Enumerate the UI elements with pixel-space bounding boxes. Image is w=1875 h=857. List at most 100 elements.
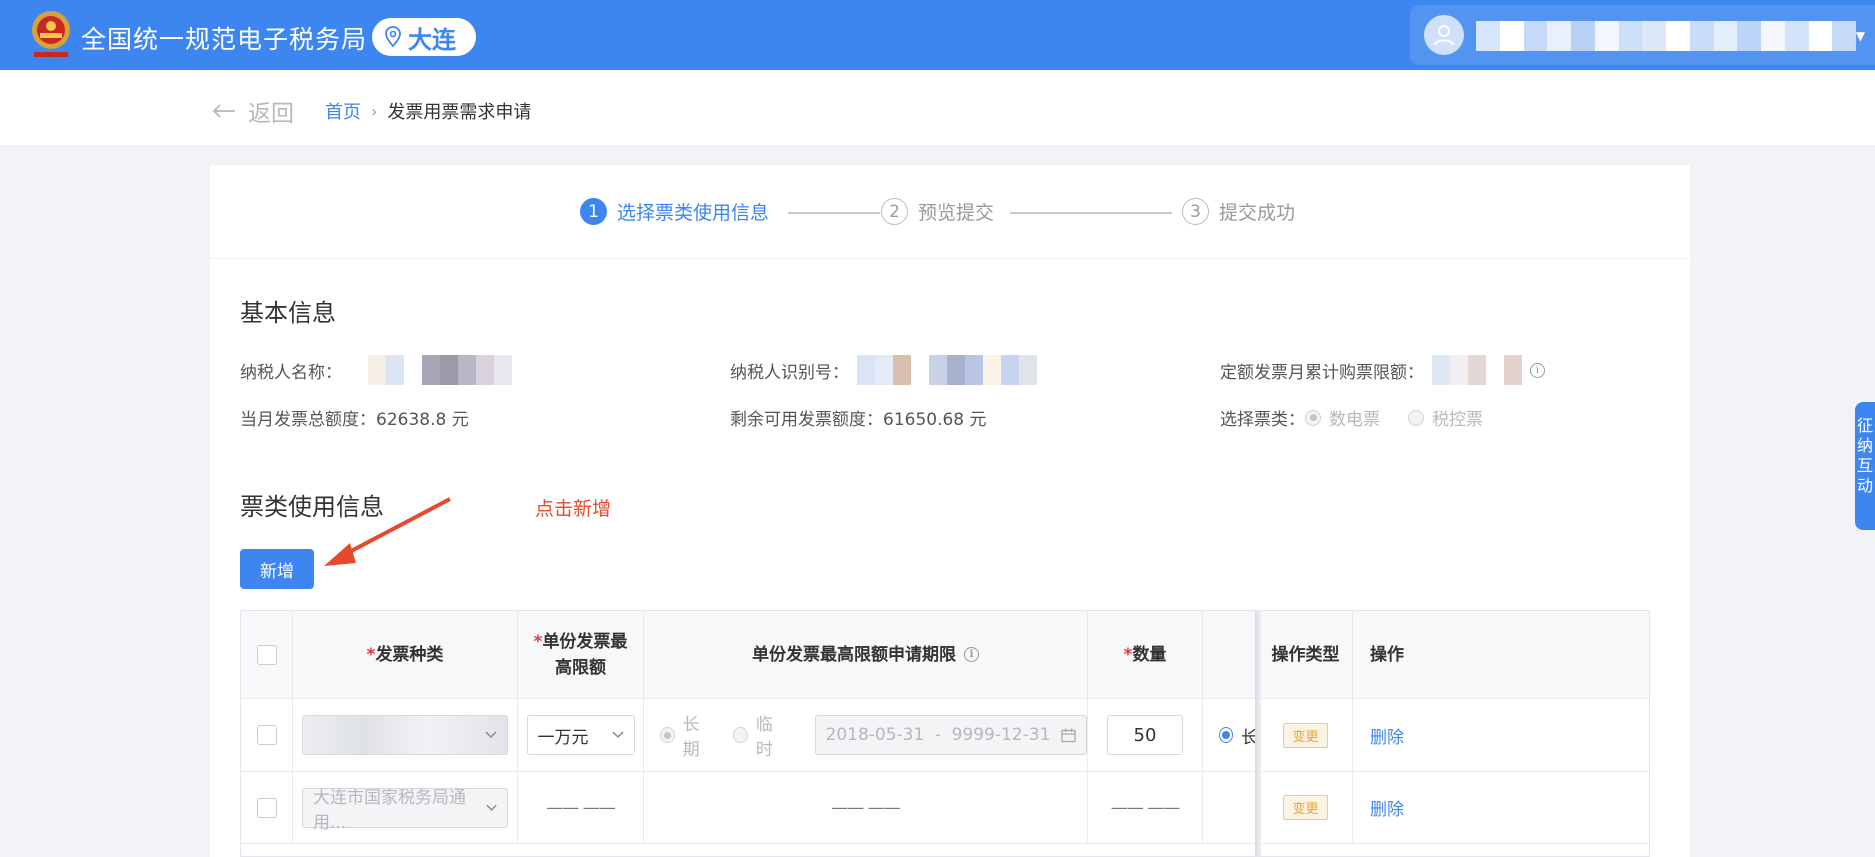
- step-3: 3 提交成功: [1182, 198, 1295, 225]
- step-3-label: 提交成功: [1219, 202, 1296, 224]
- ticket-type-field: 选择票类： 数电票 税控票: [1220, 405, 1511, 430]
- header-op-type: 操作类型: [1259, 611, 1353, 698]
- fixed-column-divider: [1255, 611, 1261, 856]
- ticket-type-label: 选择票类：: [1220, 410, 1305, 430]
- city-selector[interactable]: 大连: [372, 18, 476, 56]
- table-header-row: * 发票种类 *单份发票最高限额 单份发票最高限额申请期限 i * 数量 操作类型 操…: [241, 611, 1649, 699]
- month-total-field: 当月发票总额度：62638.8 元: [240, 410, 469, 430]
- user-menu[interactable]: ▼: [1410, 5, 1875, 65]
- taxpayer-id-field: 纳税人识别号：: [730, 355, 1037, 385]
- invoice-type-select[interactable]: [302, 715, 508, 755]
- period-cell: 长期 临时 2018-05-31 - 9999-12-31: [644, 699, 1088, 771]
- period-cell: —— ——: [644, 772, 1088, 843]
- quota-field: 定额发票月累计购票限额： i: [1220, 355, 1545, 385]
- step-indicator: 1 选择票类使用信息 2 预览提交 3 提交成功: [210, 165, 1690, 259]
- invoice-table: * 发票种类 *单份发票最高限额 单份发票最高限额申请期限 i * 数量 操作类型 操…: [240, 610, 1650, 857]
- max-amount-empty: —— ——: [546, 797, 615, 818]
- op-cell: 删除: [1353, 772, 1421, 843]
- step-connector: [788, 212, 880, 214]
- period-temp-label: 临时: [755, 715, 773, 760]
- basic-info-title: 基本信息: [240, 299, 336, 327]
- invoice-type-cell: [293, 699, 518, 771]
- row-checkbox[interactable]: [256, 725, 277, 745]
- ticket-type-radio-taxcontrol[interactable]: [1408, 409, 1424, 426]
- user-name-redacted: [1476, 21, 1856, 51]
- header-quantity: * 数量: [1088, 611, 1203, 698]
- date-start: 2018-05-31: [825, 725, 925, 745]
- info-icon[interactable]: i: [1530, 362, 1545, 378]
- step-1: 1 选择票类使用信息: [580, 198, 769, 225]
- header-period: 单份发票最高限额申请期限 i: [644, 611, 1088, 698]
- max-amount-cell: —— ——: [518, 772, 644, 843]
- side-interaction-tab[interactable]: 征纳互动: [1855, 402, 1875, 530]
- extra-radio[interactable]: [1219, 727, 1233, 743]
- header-period-label: 单份发票最高限额申请期限: [752, 644, 956, 665]
- delete-link[interactable]: 删除: [1370, 723, 1404, 748]
- chevron-down-icon[interactable]: ▼: [1856, 29, 1865, 43]
- tax-emblem-icon: [32, 11, 70, 57]
- row-select-cell: [241, 772, 293, 843]
- ticket-type-radio-digital[interactable]: [1305, 409, 1321, 426]
- add-button[interactable]: 新增: [240, 549, 314, 589]
- period-radio-temp[interactable]: [733, 727, 748, 743]
- city-name: 大连: [408, 25, 456, 54]
- header-op: 操作: [1370, 644, 1404, 665]
- invoice-type-value: 大连市国家税务局通用...: [313, 787, 466, 833]
- brand-title: 全国统一规范电子税务局: [81, 25, 368, 54]
- user-avatar-icon: [1424, 15, 1464, 55]
- top-header: 全国统一规范电子税务局 大连 ▼: [0, 0, 1875, 70]
- header-max-amount: *单份发票最高限额: [518, 611, 644, 698]
- header-invoice-type: * 发票种类: [293, 611, 518, 698]
- row-select-cell: [241, 699, 293, 771]
- date-range-picker[interactable]: 2018-05-31 - 9999-12-31: [814, 715, 1087, 755]
- invoice-type-select[interactable]: 大连市国家税务局通用...: [302, 787, 508, 833]
- breadcrumb: 首页 › 发票用票需求申请: [325, 98, 531, 124]
- max-amount-value: 一万元: [537, 727, 589, 748]
- breadcrumb-separator: ›: [371, 101, 378, 121]
- quantity-cell: —— ——: [1088, 772, 1203, 843]
- annotation-arrow-icon: [324, 497, 451, 566]
- info-icon[interactable]: i: [964, 647, 979, 662]
- op-type-badge: 变更: [1283, 722, 1328, 748]
- chevron-down-icon: [486, 804, 497, 811]
- step-1-label: 选择票类使用信息: [617, 202, 770, 224]
- quantity-input[interactable]: 50: [1107, 715, 1183, 755]
- select-all-checkbox[interactable]: [256, 644, 277, 665]
- taxpayer-name-field: 纳税人名称：: [240, 355, 512, 385]
- header-select-all-cell: [241, 611, 293, 698]
- op-cell: 删除: [1353, 699, 1421, 771]
- invoice-type-cell: 大连市国家税务局通用...: [293, 772, 518, 843]
- back-label: 返回: [248, 101, 294, 127]
- table-row: 一万元 长期 临时 2018-05-31 - 9999-12-31 50 长 变…: [241, 699, 1649, 772]
- ticket-type-option-digital: 数电票: [1329, 410, 1380, 430]
- op-type-cell: 变更: [1259, 699, 1353, 771]
- quantity-empty: —— ——: [1110, 797, 1180, 818]
- quota-redacted: [1432, 355, 1522, 385]
- extra-cell: [1203, 772, 1259, 843]
- delete-link[interactable]: 删除: [1370, 795, 1404, 820]
- remaining-quota-field: 剩余可用发票额度：61650.68 元: [730, 410, 987, 430]
- max-amount-select[interactable]: 一万元: [526, 715, 635, 755]
- max-amount-cell: 一万元: [518, 699, 644, 771]
- breadcrumb-home-link[interactable]: 首页: [325, 98, 361, 124]
- back-button[interactable]: 返回: [212, 94, 294, 128]
- header-extra: [1203, 611, 1259, 698]
- step-2-label: 预览提交: [918, 202, 995, 224]
- op-type-badge: 变更: [1283, 795, 1328, 820]
- arrow-left-icon: [212, 104, 235, 118]
- chevron-down-icon: [611, 731, 624, 739]
- period-radio-long[interactable]: [660, 727, 675, 743]
- date-end: 9999-12-31: [951, 725, 1051, 745]
- row-checkbox[interactable]: [256, 797, 277, 818]
- breadcrumb-bar: 返回 首页 › 发票用票需求申请: [0, 70, 1875, 145]
- date-separator: -: [934, 725, 942, 745]
- calendar-icon: [1061, 728, 1076, 742]
- header-max-amount-label: 单份发票最高限额: [542, 631, 628, 678]
- op-type-cell: 变更: [1259, 772, 1353, 843]
- step-2-number: 2: [881, 198, 908, 225]
- ticket-type-option-taxcontrol: 税控票: [1432, 410, 1483, 430]
- step-connector: [1010, 212, 1172, 214]
- step-2: 2 预览提交: [881, 198, 994, 225]
- period-empty: —— ——: [831, 797, 900, 818]
- taxpayer-name-label: 纳税人名称：: [240, 362, 342, 383]
